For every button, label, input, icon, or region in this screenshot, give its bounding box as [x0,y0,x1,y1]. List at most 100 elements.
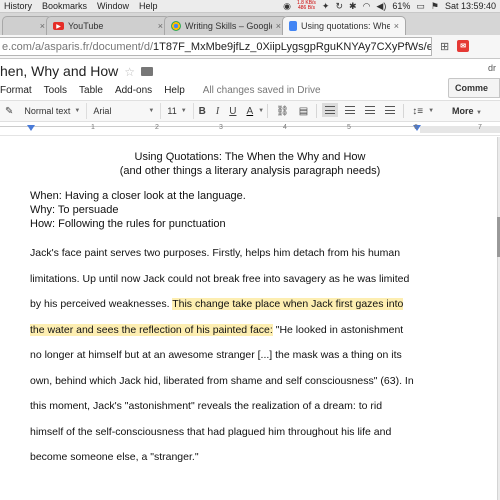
doc-subheading: (and other things a literary analysis pa… [119,165,381,177]
paragraph-line: limitations. Up until now Jack could not… [30,273,410,285]
chevron-down-icon: ▼ [476,110,482,116]
align-center-icon [345,105,356,114]
menu-tools[interactable]: Tools [44,85,67,96]
align-left-icon [322,102,339,117]
toolbar-divider [316,104,318,118]
line-text: this moment, Jack's "astonishment" revea… [30,400,383,412]
ruler-number: 1 [91,124,95,131]
chrome-icon [171,21,181,31]
battery-icon[interactable]: ▭ [416,1,425,12]
close-icon[interactable]: × [394,21,399,31]
volume-icon[interactable]: ◀) [376,1,386,12]
bold-button[interactable]: B [194,106,211,117]
extension-icon[interactable]: ⊞ [440,40,449,53]
folder-icon[interactable] [141,67,154,76]
comment-icon[interactable]: ▤ [294,106,313,117]
underline-button[interactable]: U [224,106,241,117]
align-right-button[interactable] [360,105,380,117]
doc-heading: Using Quotations: The When the Why and H… [134,151,366,163]
menu-history[interactable]: History [4,1,32,11]
paragraph-line: this moment, Jack's "astonishment" revea… [30,400,410,412]
menu-table[interactable]: Table [79,85,103,96]
ruler-number: 5 [347,124,351,131]
menu-help[interactable]: Help [139,1,158,11]
record-icon[interactable]: ◉ [283,1,291,12]
wifi-icon[interactable]: ◠ [363,1,371,12]
align-right-icon [365,105,376,114]
toolbar-divider [403,104,405,118]
paragraph-line: Jack's face paint serves two purposes. F… [30,247,410,259]
sync-icon[interactable]: ↻ [335,1,343,12]
document-canvas: Using Quotations: The When the Why and H… [0,137,500,500]
chevron-down-icon: ▼ [180,108,187,114]
tab-partial[interactable]: × [2,16,52,35]
ruler-track [0,126,420,133]
link-icon[interactable]: ⛓ [271,106,294,117]
menu-window[interactable]: Window [97,1,129,11]
align-center-button[interactable] [340,105,360,117]
ruler-number: 2 [155,124,159,131]
line-spacing-icon[interactable]: ↕≡ [407,106,428,117]
font-select[interactable]: Arial ▼ [87,103,162,119]
ruler-number: 4 [283,124,287,131]
dropbox-icon[interactable]: ✦ [322,1,330,12]
address-bar-row: e.com/a/asparis.fr/document/d/1T87F_MxMb… [0,35,500,59]
line-text: limitations. Up until now Jack could not… [30,272,410,285]
battery-percent: 61% [392,1,411,11]
extensions: ⊞ ✉ [440,40,470,53]
toolbar-divider [267,104,269,118]
os-menubar: History Bookmarks Window Help ◉ 1.8 KB/s… [0,0,500,13]
doc-title[interactable]: hen, Why and How ☆ [0,63,154,79]
ruler[interactable]: 1 2 3 4 5 6 7 [0,122,500,136]
tab-writing-skills[interactable]: Writing Skills – Google Dri × [164,16,288,35]
paint-format-icon[interactable]: ✎ [0,106,18,117]
formatting-toolbar: ✎ Normal text ▼ Arial ▼ 11 ▼ B I U A ▼ ⛓ ▤ … [0,100,500,122]
clock[interactable]: Sat 13:59:40 [445,1,496,11]
style-select[interactable]: Normal text ▼ [18,103,88,119]
font-size-select[interactable]: 11 ▼ [161,103,194,119]
flag-icon[interactable]: ⚑ [431,1,439,12]
system-tray: ◉ 1.8 KB/s 486 B/s ✦ ↻ ✱ ◠ ◀) 61% ▭ ⚑ Sa… [283,1,500,12]
bluetooth-icon[interactable]: ✱ [349,1,357,12]
menu-format[interactable]: Format [0,85,32,96]
close-icon[interactable]: × [158,21,163,31]
star-icon[interactable]: ☆ [124,65,135,79]
network-speed: 1.8 KB/s 486 B/s [297,0,316,11]
paragraph-line: the water and sees the reflection of his… [30,323,410,336]
paragraph-line: no longer at himself but at an awesome s… [30,349,410,361]
user-name: dr [487,63,496,73]
chevron-down-icon[interactable]: ▼ [258,108,264,114]
chevron-down-icon[interactable]: ▼ [428,108,434,114]
justify-button[interactable] [380,105,400,117]
line-text: himself of the self-consciousness that h… [30,425,392,438]
browser-tab-strip: × ▶ YouTube × Writing Skills – Google Dr… [0,13,500,35]
menu-bookmarks[interactable]: Bookmarks [42,1,87,11]
line-text: no longer at himself but at an awesome s… [30,349,402,361]
tab-youtube[interactable]: ▶ YouTube × [46,16,170,35]
ruler-number: 7 [478,124,482,131]
more-button[interactable]: More ▼ [452,106,500,116]
save-status: All changes saved in Drive [202,84,321,96]
highlighted-text: the water and sees the reflection of his… [30,323,273,336]
paragraph-line: become someone else, a "stranger." [30,451,410,463]
tab-using-quotations[interactable]: Using quotations: When, W × [282,16,406,35]
align-left-button[interactable] [320,102,340,117]
chevron-down-icon: ▼ [74,108,81,114]
ruler-margin [420,126,500,133]
menu-help[interactable]: Help [164,85,185,96]
red-extension-icon[interactable]: ✉ [457,40,470,52]
text-color-button[interactable]: A [241,106,258,117]
url-input[interactable]: e.com/a/asparis.fr/document/d/1T87F_MxMb… [0,37,432,56]
menu-addons[interactable]: Add-ons [115,85,152,96]
justify-icon [385,105,396,114]
ruler-number: 3 [219,124,223,131]
why-line: Why: To persuade [30,204,119,216]
close-icon[interactable]: × [40,21,45,31]
italic-button[interactable]: I [211,106,224,117]
paragraph-line: himself of the self-consciousness that h… [30,426,410,438]
line-text: own, behind which Jack hid, liberated fr… [30,374,414,387]
indent-marker[interactable] [27,125,35,131]
docs-icon [289,21,297,31]
close-icon[interactable]: × [276,21,281,31]
document-page[interactable]: Using Quotations: The When the Why and H… [0,137,498,500]
